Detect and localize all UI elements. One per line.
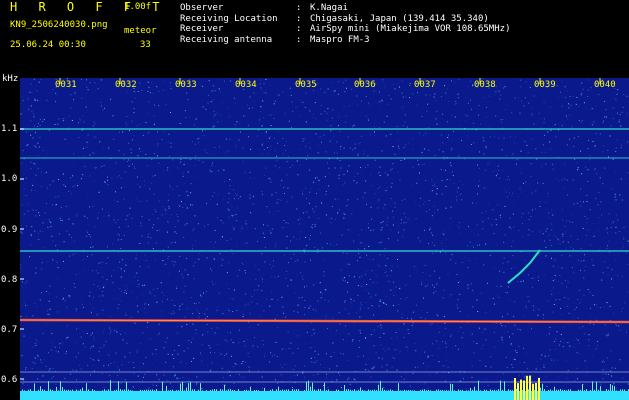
observation-metadata: Observer: K.Nagai Receiving Location: Chig…	[180, 3, 510, 45]
location-label: Receiving Location	[180, 13, 278, 24]
spectrogram-plot	[20, 78, 629, 400]
antenna-value: Maspro FM-3	[310, 34, 370, 45]
separator: :	[296, 13, 302, 24]
bottom-power-bar	[20, 391, 629, 400]
time-tick-0040: 0040	[594, 80, 616, 90]
time-tick-0037: 0037	[414, 80, 436, 90]
header-panel: H R O F F T 1.00f KN9_2506240030.png met…	[0, 0, 629, 74]
spectrogram-background	[20, 78, 629, 400]
datetime-label: 25.06.24 00:30	[10, 40, 86, 50]
time-tick-0034: 0034	[235, 80, 257, 90]
separator: :	[296, 24, 302, 34]
receiver-label: Receiver	[180, 24, 224, 34]
time-tick-0032: 0032	[115, 80, 137, 90]
y-tick-600: 0.6	[1, 375, 18, 385]
time-tick-0038: 0038	[474, 80, 496, 90]
location-value: Chigasaki, Japan (139.414 35.340)	[310, 13, 489, 24]
filename-label: KN9_2506240030.png	[10, 20, 108, 30]
meteor-label: meteor	[124, 26, 157, 36]
receiver-value: AirSpy mini (Miakejima VOR 108.65MHz)	[310, 24, 511, 34]
meteor-count: 33	[140, 40, 151, 50]
y-tick-1000: 1.0	[1, 174, 18, 184]
observer-label: Observer	[180, 3, 224, 13]
y-tick-800: 0.8	[1, 275, 18, 285]
antenna-label: Receiving antenna	[180, 34, 273, 45]
time-tick-0039: 0039	[534, 80, 556, 90]
y-unit-label: kHz	[2, 74, 19, 84]
time-tick-0033: 0033	[175, 80, 197, 90]
y-tick-700: 0.7	[1, 325, 18, 335]
time-tick-0036: 0036	[354, 80, 376, 90]
time-tick-0035: 0035	[295, 80, 317, 90]
observer-value: K.Nagai	[310, 3, 348, 13]
time-tick-0031: 0031	[55, 80, 77, 90]
spectrogram-canvas	[20, 78, 629, 400]
y-tick-900: 0.9	[1, 225, 18, 235]
y-tick-1100: 1.1	[1, 124, 18, 134]
separator: :	[296, 3, 302, 13]
separator: :	[296, 34, 302, 45]
version-label: 1.00f	[124, 2, 152, 12]
